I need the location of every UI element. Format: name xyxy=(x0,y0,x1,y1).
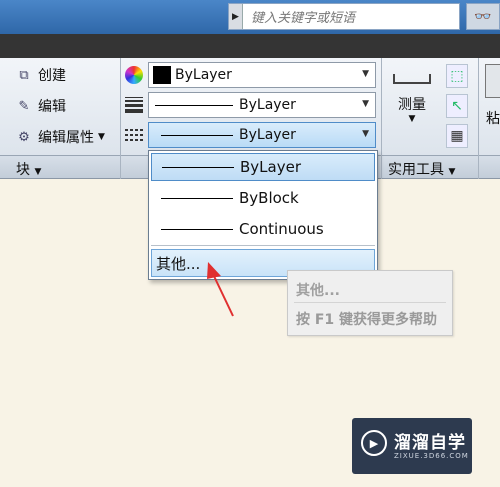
panel-divider xyxy=(381,58,382,179)
binoculars-search-icon[interactable]: 👓 xyxy=(466,3,500,30)
chevron-down-icon: ▼ xyxy=(362,99,369,109)
paste-label: 粘 xyxy=(486,111,500,127)
color-select[interactable]: ByLayer ▼ xyxy=(148,62,376,88)
block-edit-label: 编辑 xyxy=(38,99,66,115)
search-box[interactable]: ▶ 键入关键字或短语 xyxy=(228,3,460,30)
block-panel-dropdown-icon: ▼ xyxy=(34,167,42,177)
block-edit-button[interactable]: ✎ 编辑 xyxy=(14,96,66,116)
dropdown-option-bylayer[interactable]: ByLayer xyxy=(151,153,375,181)
lineweight-select[interactable]: ByLayer ▼ xyxy=(148,92,376,118)
linetype-select[interactable]: ByLayer ▼ xyxy=(148,122,376,148)
search-expand-icon[interactable]: ▶ xyxy=(229,4,243,29)
linetype-preview xyxy=(161,228,233,230)
block-create-label: 创建 xyxy=(38,68,66,84)
tooltip-title: 其他... xyxy=(296,283,340,299)
measure-button[interactable]: 测量 ▼ xyxy=(388,62,436,124)
tooltip-divider xyxy=(294,302,446,303)
edit-attributes-icon: ⚙ xyxy=(18,129,30,145)
red-arrow-annotation xyxy=(207,262,234,317)
search-placeholder: 键入关键字或短语 xyxy=(251,11,356,26)
linetype-preview xyxy=(161,134,233,136)
tooltip: 其他... 按 F1 键获得更多帮助 xyxy=(287,270,453,336)
quick-select-icon[interactable]: ⬚ xyxy=(446,64,468,88)
play-icon: ▶ xyxy=(361,430,387,456)
block-create-icon: ⧉ xyxy=(19,67,29,83)
watermark-logo: ▶ 溜溜自学 ZIXUE.3D66.COM xyxy=(352,418,472,474)
color-wheel-icon[interactable] xyxy=(123,64,145,86)
watermark-subtitle: ZIXUE.3D66.COM xyxy=(394,452,469,460)
lineweight-preview xyxy=(155,104,233,106)
block-panel-title-label: 块 xyxy=(16,162,30,178)
panel-divider xyxy=(120,58,121,179)
lineweight-select-value: ByLayer xyxy=(239,97,296,113)
watermark-title: 溜溜自学 xyxy=(394,433,466,453)
color-swatch xyxy=(153,66,171,84)
option-label: 其他... xyxy=(156,254,201,273)
chevron-down-icon: ▼ xyxy=(362,129,369,139)
block-panel-title[interactable]: 块 ▼ xyxy=(16,159,41,179)
dropdown-option-continuous[interactable]: Continuous xyxy=(151,215,375,243)
chevron-down-icon: ▼ xyxy=(362,69,369,79)
measure-label: 测量 xyxy=(398,97,426,113)
dropdown-separator xyxy=(151,245,375,246)
ribbon-tab-bar xyxy=(0,34,500,58)
utilities-panel-dropdown-icon: ▼ xyxy=(448,167,456,177)
block-create-button[interactable]: ⧉ 创建 xyxy=(14,65,66,85)
select-similar-icon[interactable]: ↖ xyxy=(446,94,468,118)
color-select-value: ByLayer xyxy=(175,67,232,83)
lineweight-icon[interactable] xyxy=(123,94,145,116)
linetype-dropdown-list: ByLayer ByBlock Continuous 其他... xyxy=(148,150,378,280)
option-label: ByLayer xyxy=(240,158,301,176)
option-label: Continuous xyxy=(239,220,324,238)
linetype-preview xyxy=(161,197,233,199)
dropdown-option-byblock[interactable]: ByBlock xyxy=(151,184,375,212)
panel-divider xyxy=(478,58,479,179)
chevron-down-icon: ▼ xyxy=(408,114,416,124)
linetype-select-value: ByLayer xyxy=(239,127,296,143)
edit-attributes-button[interactable]: ⚙ 编辑属性 ▼ xyxy=(14,127,105,147)
edit-attributes-label: 编辑属性 xyxy=(38,130,94,146)
utilities-panel-title-label: 实用工具 xyxy=(388,162,444,178)
edit-attributes-dropdown-icon[interactable]: ▼ xyxy=(98,132,105,142)
linetype-icon[interactable] xyxy=(123,124,145,146)
clipboard-icon[interactable] xyxy=(485,64,500,98)
tooltip-help-text: 按 F1 键获得更多帮助 xyxy=(296,312,438,328)
block-edit-icon: ✎ xyxy=(18,98,30,114)
linetype-preview xyxy=(162,166,234,168)
option-label: ByBlock xyxy=(239,189,299,207)
utilities-panel-title[interactable]: 实用工具 ▼ xyxy=(388,159,455,179)
measure-ruler-icon xyxy=(393,74,431,84)
calculator-icon[interactable]: ▦ xyxy=(446,124,468,148)
